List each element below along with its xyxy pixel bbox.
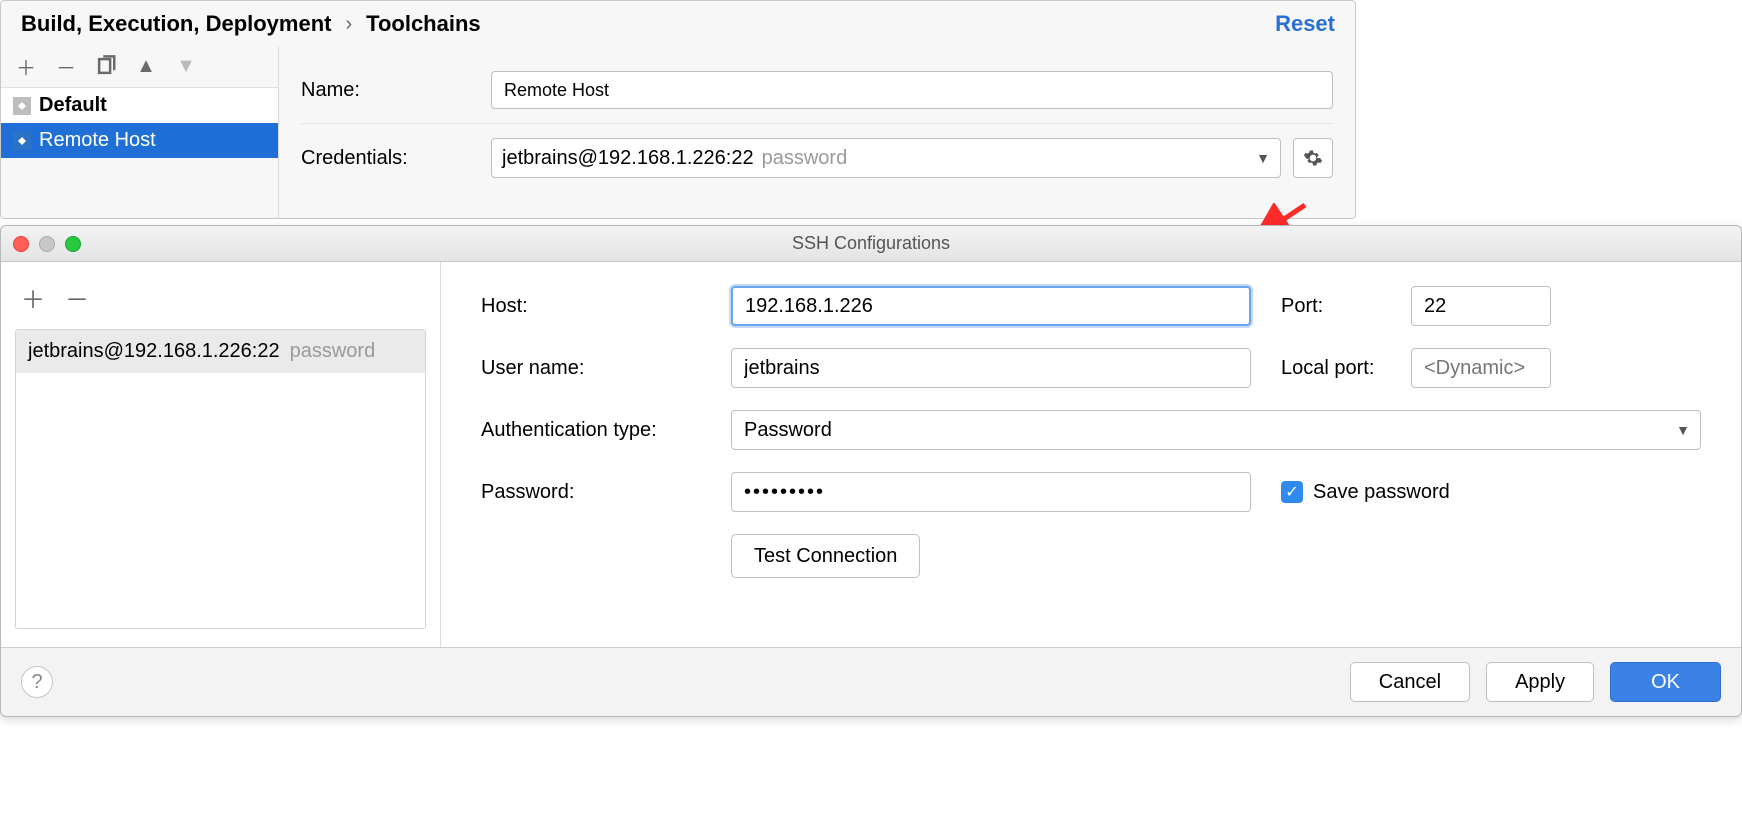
- close-icon[interactable]: [13, 236, 29, 252]
- save-password-checkbox[interactable]: ✓: [1281, 481, 1303, 503]
- toolchain-sidebar: ＋ － ▲ ▼ Default Remote Host: [1, 47, 279, 218]
- cancel-button[interactable]: Cancel: [1350, 662, 1470, 702]
- remove-icon[interactable]: －: [55, 55, 77, 77]
- add-icon[interactable]: ＋: [15, 55, 37, 77]
- breadcrumb-item-1[interactable]: Build, Execution, Deployment: [21, 11, 331, 37]
- host-label: Host:: [481, 295, 731, 318]
- ssh-sidebar: ＋ － jetbrains@192.168.1.226:22 password: [1, 262, 441, 647]
- sidebar-item-default[interactable]: Default: [1, 88, 278, 123]
- password-input[interactable]: [731, 472, 1251, 512]
- credentials-select[interactable]: jetbrains@192.168.1.226:22 password ▼: [491, 138, 1281, 178]
- sidebar-item-label: Default: [39, 94, 107, 117]
- toolchain-icon: [13, 97, 31, 115]
- name-label: Name:: [301, 79, 491, 102]
- save-password-label: Save password: [1313, 481, 1450, 504]
- chevron-down-icon: ▼: [1256, 150, 1270, 166]
- ssh-config-dialog: SSH Configurations ＋ － jetbrains@192.168…: [0, 225, 1742, 717]
- remove-icon[interactable]: －: [65, 280, 89, 315]
- credentials-hint: password: [762, 147, 848, 170]
- username-label: User name:: [481, 357, 731, 380]
- host-input[interactable]: [731, 286, 1251, 326]
- credentials-settings-button[interactable]: [1293, 138, 1333, 178]
- move-down-icon[interactable]: ▼: [175, 55, 197, 77]
- ok-button[interactable]: OK: [1610, 662, 1721, 702]
- auth-type-value: Password: [744, 419, 832, 442]
- question-icon: ?: [31, 671, 42, 694]
- apply-button[interactable]: Apply: [1486, 662, 1594, 702]
- chevron-down-icon: ▼: [1676, 422, 1690, 438]
- credentials-label: Credentials:: [301, 147, 491, 170]
- reset-link[interactable]: Reset: [1275, 11, 1335, 37]
- auth-type-label: Authentication type:: [481, 419, 731, 442]
- ssh-config-item[interactable]: jetbrains@192.168.1.226:22 password: [16, 330, 425, 373]
- move-up-icon[interactable]: ▲: [135, 55, 157, 77]
- ssh-config-list: jetbrains@192.168.1.226:22 password: [15, 329, 426, 629]
- local-port-input[interactable]: [1411, 348, 1551, 388]
- dialog-title: SSH Configurations: [1, 233, 1741, 254]
- toolchain-icon: [13, 132, 31, 150]
- ssh-config-item-label: jetbrains@192.168.1.226:22: [28, 340, 280, 363]
- dialog-footer: ? Cancel Apply OK: [1, 647, 1741, 716]
- window-controls: [13, 236, 81, 252]
- breadcrumb-item-2: Toolchains: [366, 11, 481, 37]
- add-icon[interactable]: ＋: [21, 280, 45, 315]
- chevron-right-icon: ›: [345, 13, 352, 36]
- auth-type-select[interactable]: Password ▼: [731, 410, 1701, 450]
- sidebar-item-label: Remote Host: [39, 129, 156, 152]
- dialog-titlebar[interactable]: SSH Configurations: [1, 226, 1741, 262]
- port-label: Port:: [1281, 295, 1411, 318]
- name-input[interactable]: [491, 71, 1333, 109]
- local-port-label: Local port:: [1281, 357, 1411, 380]
- credentials-value: jetbrains@192.168.1.226:22: [502, 147, 754, 170]
- settings-panel: Build, Execution, Deployment › Toolchain…: [0, 0, 1356, 219]
- maximize-icon[interactable]: [65, 236, 81, 252]
- breadcrumb: Build, Execution, Deployment › Toolchain…: [1, 1, 1355, 47]
- password-label: Password:: [481, 481, 731, 504]
- test-connection-button[interactable]: Test Connection: [731, 534, 920, 578]
- gear-icon: [1303, 148, 1323, 168]
- sidebar-item-remote-host[interactable]: Remote Host: [1, 123, 278, 158]
- port-input[interactable]: [1411, 286, 1551, 326]
- minimize-icon[interactable]: [39, 236, 55, 252]
- copy-icon[interactable]: [95, 55, 117, 77]
- username-input[interactable]: [731, 348, 1251, 388]
- help-button[interactable]: ?: [21, 666, 53, 698]
- ssh-config-item-hint: password: [290, 340, 376, 363]
